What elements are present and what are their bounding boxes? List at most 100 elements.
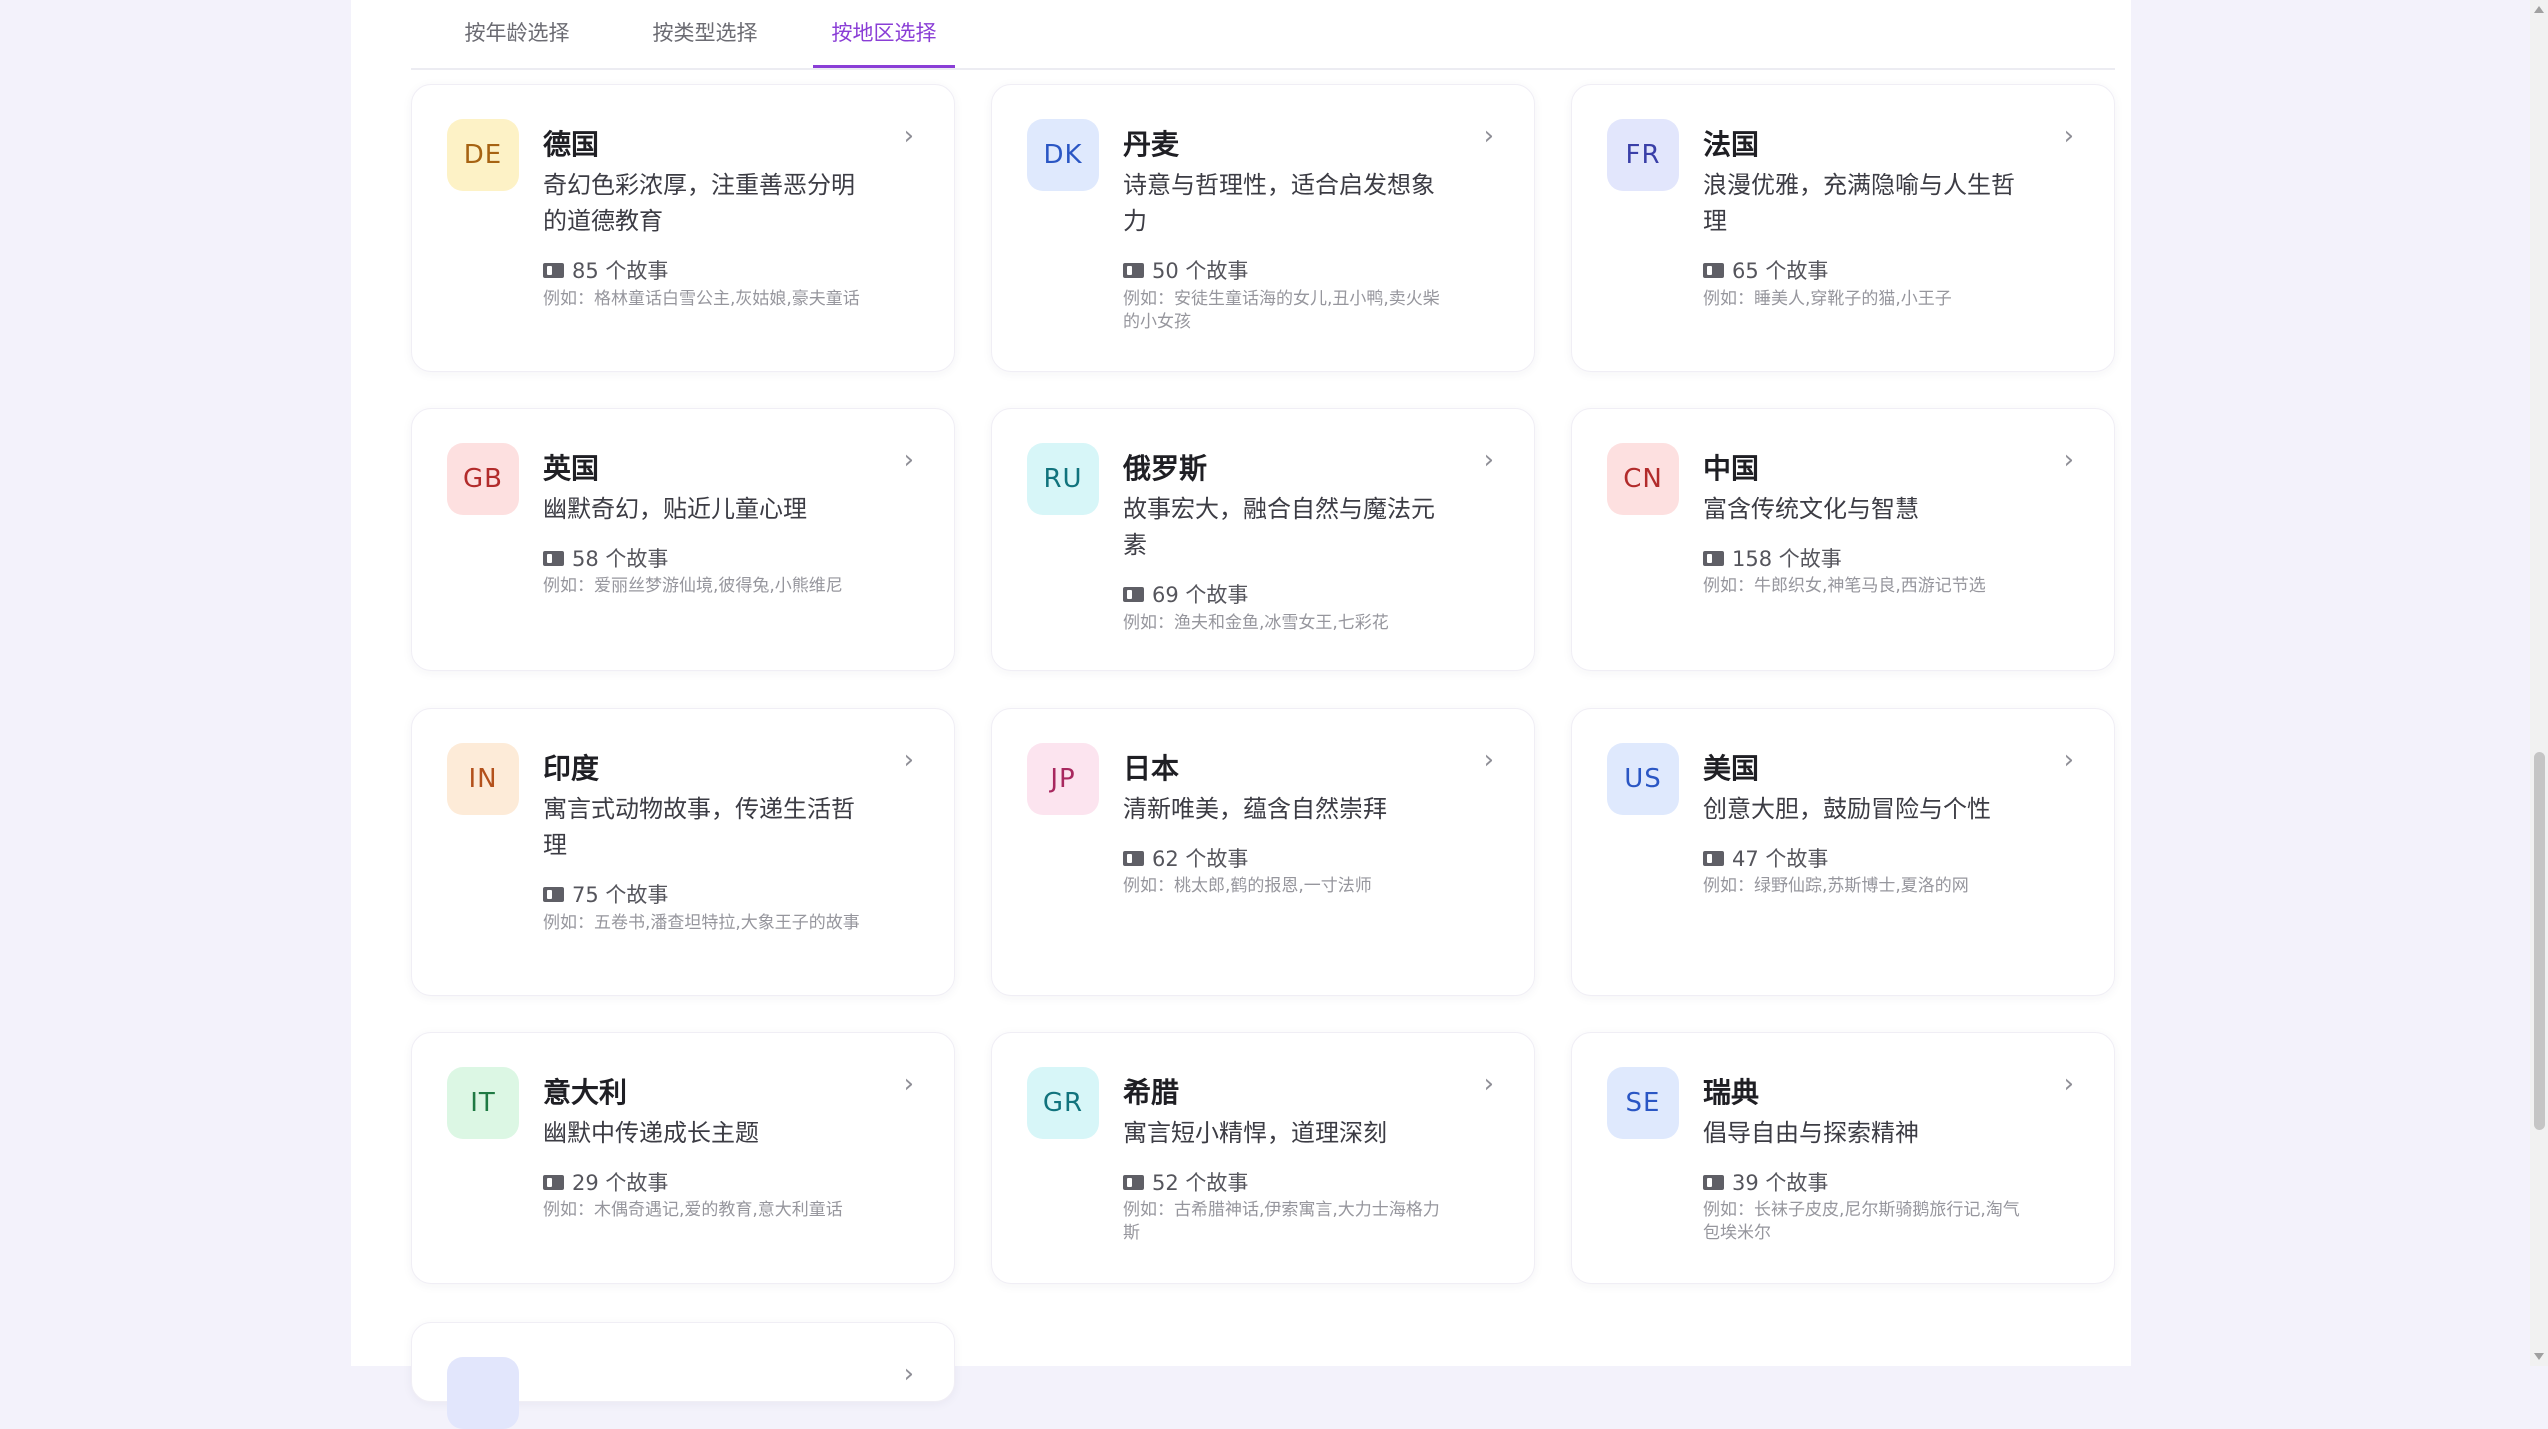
book-icon <box>1703 262 1724 278</box>
example-stories: 例如：安徒生童话海的女儿,丑小鸭,卖火柴的小女孩 <box>1123 289 1440 332</box>
book-icon <box>1703 1174 1724 1190</box>
book-icon <box>543 886 564 902</box>
country-code-badge: SE <box>1607 1067 1679 1139</box>
book-icon <box>543 550 564 566</box>
country-name: 中国 <box>1703 452 1760 485</box>
chevron-right-icon: › <box>1483 1069 1494 1099</box>
chevron-right-icon: › <box>1483 745 1494 775</box>
country-card-cn[interactable]: CN 中国富含传统文化与智慧 158 个故事例如：牛郎织女,神笔马良,西游记节选 › <box>1571 408 2115 671</box>
story-count: 69 个故事 <box>1123 579 1248 609</box>
chevron-right-icon: › <box>2063 1069 2074 1099</box>
country-name: 日本 <box>1123 752 1180 785</box>
country-name: 希腊 <box>1123 1076 1180 1109</box>
country-code-badge: IT <box>447 1067 519 1139</box>
vertical-scrollbar[interactable] <box>2530 0 2548 1366</box>
country-card-dk[interactable]: DK 丹麦诗意与哲理性，适合启发想象力 50 个故事例如：安徒生童话海的女儿,丑小鸭… <box>991 84 1535 372</box>
story-count-label: 29 个故事 <box>572 1171 669 1195</box>
book-icon <box>543 262 564 278</box>
story-count: 29 个故事 <box>543 1167 668 1197</box>
book-icon <box>1123 262 1144 278</box>
story-count-label: 39 个故事 <box>1732 1171 1829 1195</box>
book-icon <box>543 1174 564 1190</box>
story-count: 52 个故事 <box>1123 1167 1248 1197</box>
story-count: 50 个故事 <box>1123 255 1248 285</box>
story-count-label: 52 个故事 <box>1152 1171 1249 1195</box>
country-code-badge: RU <box>1027 443 1099 515</box>
example-stories: 例如：五卷书,潘查坦特拉,大象王子的故事 <box>543 913 860 933</box>
chevron-right-icon: › <box>903 445 914 475</box>
country-description: 富含传统文化与智慧 <box>1703 495 1919 523</box>
example-stories: 例如：渔夫和金鱼,冰雪女王,七彩花 <box>1123 613 1389 633</box>
country-card-gb[interactable]: GB 英国 幽默奇幻，贴近儿童心理 58 个故事 例如：爱丽丝梦游仙境,彼得兔,小熊维尼… <box>411 408 955 671</box>
country-card-jp[interactable]: JP 日本清新唯美，蕴含自然崇拜 62 个故事例如：桃太郎,鹤的报恩,一寸法师 › <box>991 708 1535 996</box>
book-icon <box>1703 550 1724 566</box>
example-stories: 例如：桃太郎,鹤的报恩,一寸法师 <box>1123 876 1372 896</box>
country-code-badge <box>447 1357 519 1429</box>
chevron-right-icon: › <box>2063 121 2074 151</box>
book-icon <box>1703 850 1724 866</box>
country-code-badge: CN <box>1607 443 1679 515</box>
scroll-up-arrow-icon[interactable] <box>2534 6 2544 13</box>
book-icon <box>1123 586 1144 602</box>
chevron-right-icon: › <box>903 121 914 151</box>
story-count: 58 个故事 <box>543 543 668 573</box>
chevron-right-icon: › <box>903 1359 914 1389</box>
story-count-label: 69 个故事 <box>1152 583 1249 607</box>
country-card-fr[interactable]: FR 法国 浪漫优雅，充满隐喻与人生哲理 65 个故事 例如：睡美人,穿靴子的猫,小王子… <box>1571 84 2115 372</box>
country-name: 丹麦 <box>1123 128 1180 161</box>
scroll-down-arrow-icon[interactable] <box>2534 1353 2544 1360</box>
story-count-label: 85 个故事 <box>572 259 669 283</box>
country-card-it[interactable]: IT 意大利 幽默中传递成长主题 29 个故事 例如：木偶奇遇记,爱的教育,意大利童话 › <box>411 1032 955 1284</box>
example-stories: 例如：牛郎织女,神笔马良,西游记节选 <box>1703 576 1986 596</box>
chevron-right-icon: › <box>903 1069 914 1099</box>
story-count-label: 50 个故事 <box>1152 259 1249 283</box>
tab-by-type[interactable]: 按类型选择 <box>641 0 769 68</box>
story-count-label: 62 个故事 <box>1152 847 1249 871</box>
country-card-ru[interactable]: RU 俄罗斯故事宏大，融合自然与魔法元素 69 个故事例如：渔夫和金鱼,冰雪女王,七… <box>991 408 1535 671</box>
story-count: 75 个故事 <box>543 879 668 909</box>
country-code-badge: FR <box>1607 119 1679 191</box>
country-card-partial[interactable]: › <box>411 1322 955 1429</box>
scrollbar-thumb[interactable] <box>2534 752 2545 1130</box>
tab-by-age[interactable]: 按年龄选择 <box>453 0 581 68</box>
country-description: 诗意与哲理性，适合启发想象力 <box>1123 171 1435 235</box>
story-count: 47 个故事 <box>1703 843 1828 873</box>
book-icon <box>1123 850 1144 866</box>
example-stories: 例如：睡美人,穿靴子的猫,小王子 <box>1703 289 1952 309</box>
country-description: 幽默中传递成长主题 <box>543 1119 759 1147</box>
country-description: 故事宏大，融合自然与魔法元素 <box>1123 495 1435 559</box>
story-count: 85 个故事 <box>543 255 668 285</box>
example-stories: 例如：木偶奇遇记,爱的教育,意大利童话 <box>543 1200 843 1220</box>
country-card-us[interactable]: US 美国 创意大胆，鼓励冒险与个性 47 个故事 例如：绿野仙踪,苏斯博士,夏洛的网 › <box>1571 708 2115 996</box>
story-count-label: 158 个故事 <box>1732 547 1842 571</box>
story-count-label: 65 个故事 <box>1732 259 1829 283</box>
example-stories: 例如：爱丽丝梦游仙境,彼得兔,小熊维尼 <box>543 576 843 596</box>
country-card-de[interactable]: DE 德国 奇幻色彩浓厚，注重善恶分明的道德教育 85 个故事 例如：格林童话白雪公主,… <box>411 84 955 372</box>
chevron-right-icon: › <box>1483 121 1494 151</box>
story-count-label: 58 个故事 <box>572 547 669 571</box>
country-description: 清新唯美，蕴含自然崇拜 <box>1123 795 1387 823</box>
example-stories: 例如：格林童话白雪公主,灰姑娘,豪夫童话 <box>543 289 860 309</box>
chevron-right-icon: › <box>2063 445 2074 475</box>
country-code-badge: DK <box>1027 119 1099 191</box>
country-name: 俄罗斯 <box>1123 452 1208 485</box>
country-name: 瑞典 <box>1703 1076 1760 1109</box>
country-card-se[interactable]: SE 瑞典 倡导自由与探索精神 39 个故事 例如：长袜子皮皮,尼尔斯骑鹅旅行记,淘气包… <box>1571 1032 2115 1284</box>
country-code-badge: JP <box>1027 743 1099 815</box>
country-name: 英国 <box>543 452 600 485</box>
country-card-gr[interactable]: GR 希腊 寓言短小精悍，道理深刻 52 个故事 例如：古希腊神话,伊索寓言,大力士海格… <box>991 1032 1535 1284</box>
story-count-label: 75 个故事 <box>572 883 669 907</box>
country-name: 德国 <box>543 128 600 161</box>
country-code-badge: IN <box>447 743 519 815</box>
country-code-badge: DE <box>447 119 519 191</box>
country-name: 美国 <box>1703 752 1760 785</box>
example-stories: 例如：长袜子皮皮,尼尔斯骑鹅旅行记,淘气包埃米尔 <box>1703 1200 2020 1243</box>
tab-by-region[interactable]: 按地区选择 <box>813 0 955 68</box>
country-description: 寓言短小精悍，道理深刻 <box>1123 1119 1387 1147</box>
country-name: 印度 <box>543 752 600 785</box>
country-code-badge: GB <box>447 443 519 515</box>
chevron-right-icon: › <box>903 745 914 775</box>
country-card-in[interactable]: IN 印度 寓言式动物故事，传递生活哲理 75 个故事 例如：五卷书,潘查坦特拉,大象王… <box>411 708 955 996</box>
chevron-right-icon: › <box>2063 745 2074 775</box>
story-count: 62 个故事 <box>1123 843 1248 873</box>
